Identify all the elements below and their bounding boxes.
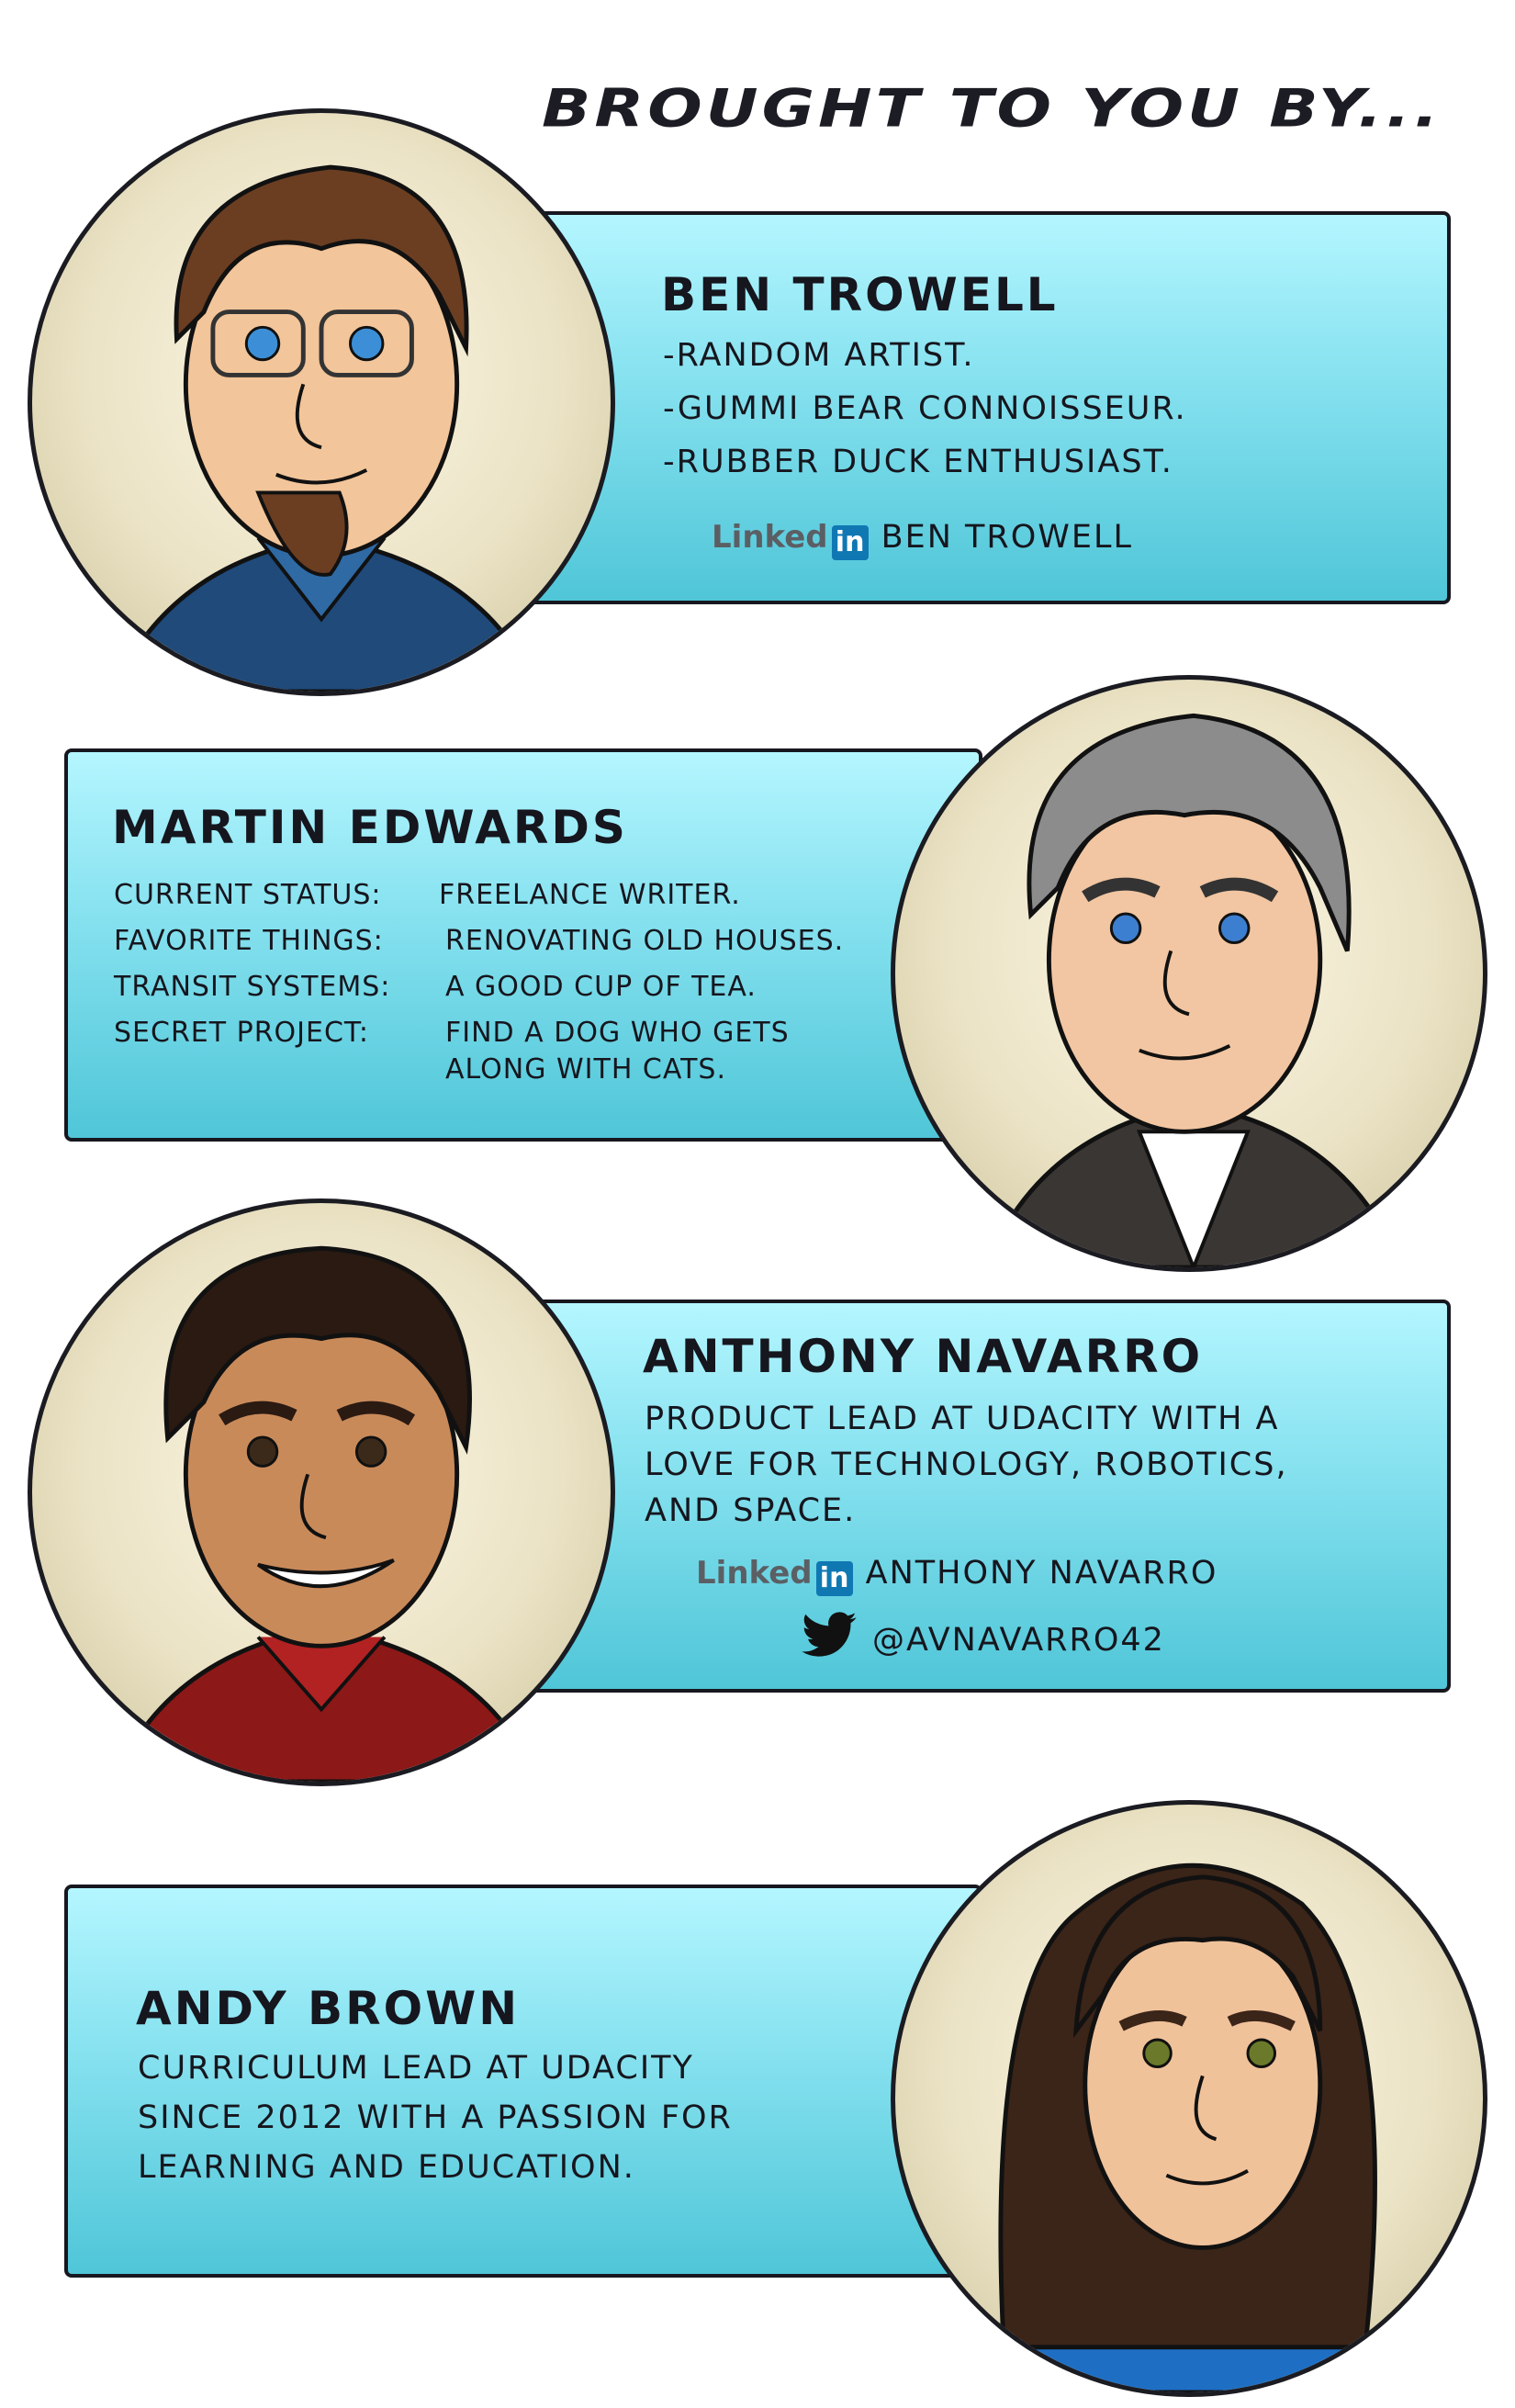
page-heading: BROUGHT TO YOU BY... <box>542 77 1442 140</box>
portrait-anthony <box>28 1198 615 1786</box>
anthony-linkedin-label: ANTHONY NAVARRO <box>865 1555 1218 1592</box>
martin-label-1: CURRENT STATUS: <box>114 879 382 911</box>
martin-label-3: TRANSIT SYSTEMS: <box>114 971 391 1003</box>
linkedin-in-icon: in <box>831 525 869 560</box>
anthony-bio-2: LOVE FOR TECHNOLOGY, ROBOTICS, <box>645 1446 1288 1483</box>
ben-linkedin-label: BEN TROWELL <box>881 519 1134 556</box>
linkedin-icon: Linked <box>712 519 828 556</box>
anthony-illustration <box>110 1245 541 1782</box>
anthony-twitter-link[interactable]: @AVNAVARRO42 <box>799 1612 1165 1661</box>
anthony-linkedin-link[interactable]: Linked in ANTHONY NAVARRO <box>696 1555 1218 1596</box>
portrait-ben <box>28 108 615 696</box>
linkedin-icon: Linked <box>696 1555 813 1592</box>
linkedin-in-icon: in <box>815 1561 853 1596</box>
anthony-twitter-label: @AVNAVARRO42 <box>872 1622 1165 1659</box>
andy-name: ANDY BROWN <box>136 1982 521 2035</box>
anthony-bio-3: AND SPACE. <box>645 1492 857 1529</box>
martin-name: MARTIN EDWARDS <box>112 801 628 854</box>
andy-bio-1: CURRICULUM LEAD AT UDACITY <box>138 2050 694 2087</box>
andy-bio-3: LEARNING AND EDUCATION. <box>138 2149 635 2186</box>
martin-label-4: SECRET PROJECT: <box>114 1017 370 1049</box>
martin-value-4: FIND A DOG WHO GETS <box>445 1017 790 1049</box>
martin-value-3: A GOOD CUP OF TEA. <box>445 971 757 1003</box>
ben-name: BEN TROWELL <box>661 268 1059 321</box>
ben-line-3: -RUBBER DUCK ENTHUSIAST. <box>663 444 1173 480</box>
portrait-andy <box>891 1800 1487 2397</box>
martin-illustration <box>982 713 1405 1267</box>
ben-line-1: -RANDOM ARTIST. <box>663 337 975 374</box>
martin-value-2: RENOVATING OLD HOUSES. <box>445 925 845 957</box>
anthony-name: ANTHONY NAVARRO <box>643 1330 1204 1383</box>
ben-illustration <box>110 164 541 692</box>
ben-line-2: -GUMMI BEAR CONNOISSEUR. <box>663 390 1187 427</box>
twitter-bird-icon <box>802 1612 857 1657</box>
martin-label-2: FAVORITE THINGS: <box>114 925 384 957</box>
andy-illustration <box>982 1862 1405 2392</box>
martin-value-1: FREELANCE WRITER. <box>439 879 741 911</box>
martin-value-4-continuation: ALONG WITH CATS. <box>445 1053 726 1086</box>
ben-linkedin-link[interactable]: Linked in BEN TROWELL <box>712 519 1133 560</box>
portrait-martin <box>891 675 1487 1272</box>
andy-bio-2: SINCE 2012 WITH A PASSION FOR <box>138 2099 733 2136</box>
anthony-bio-1: PRODUCT LEAD AT UDACITY WITH A <box>645 1401 1280 1437</box>
